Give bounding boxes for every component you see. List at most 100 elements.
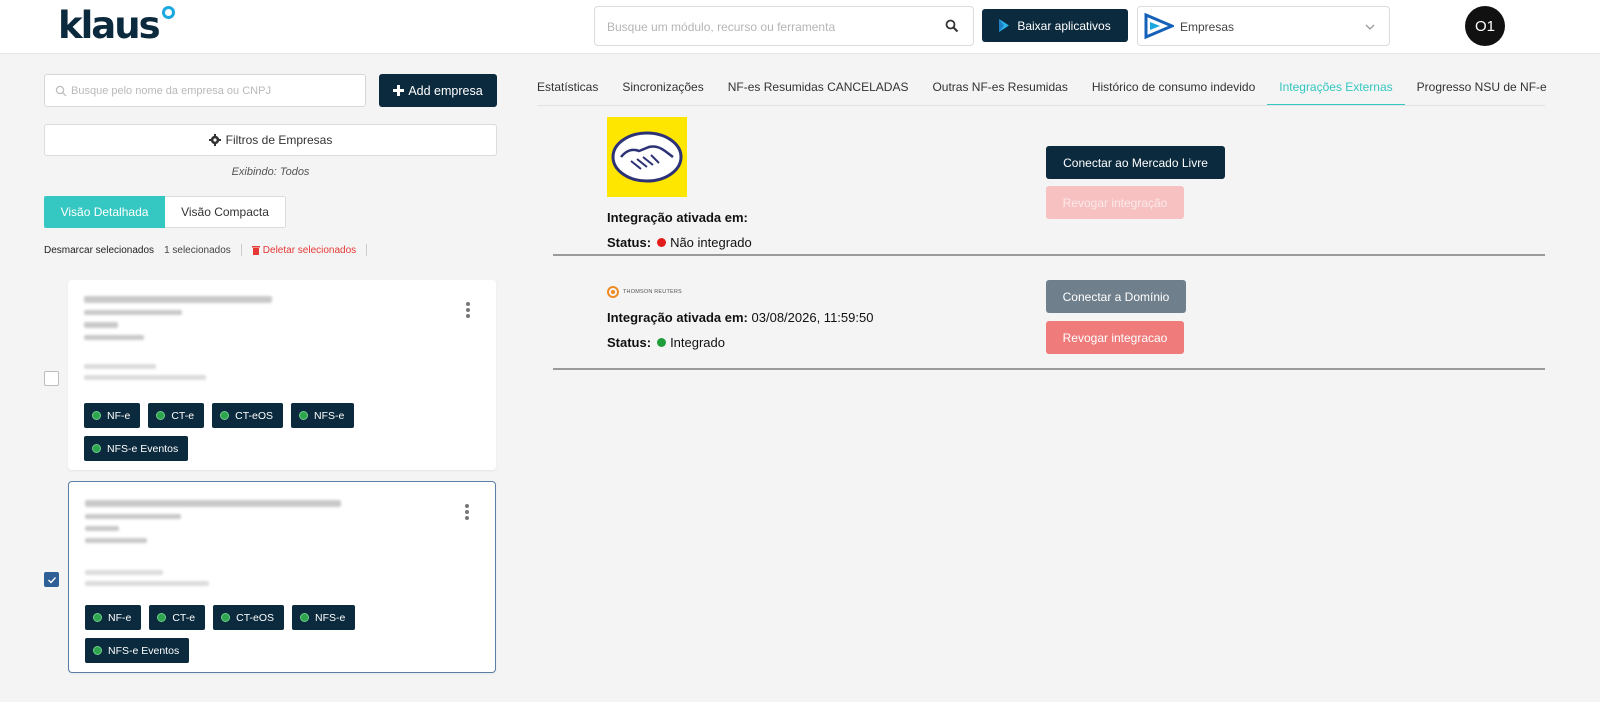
add-company-label: Add empresa [408,83,483,98]
chevron-down-icon [1365,24,1375,30]
ml-status-label: Status: [607,235,652,250]
active-dot-icon [221,613,231,622]
tab-estatisticas[interactable]: Estatísticas [537,80,610,106]
revoke-dominio-button[interactable]: Revogar integracao [1046,321,1184,354]
dominio-status-label: Status: [607,335,652,350]
tab-nfes-canceladas[interactable]: NF-es Resumidas CANCELADAS [716,80,921,106]
active-dot-icon [299,411,309,420]
mercado-livre-logo [607,117,687,197]
dominio-activated-row: Integração ativada em: 03/08/2026, 11:59… [607,310,873,325]
tag-nfse-eventos: NFS-e Eventos [85,638,190,663]
klaus-logo[interactable]: klaus [58,4,161,47]
more-options-icon[interactable] [466,302,470,318]
search-icon [55,85,67,97]
selection-bar: Desmarcar selecionados 1 selecionados De… [44,243,377,257]
document-tags: NF-e CT-e CT-eOS NFS-e NFS-e Eventos [85,605,385,663]
compact-view-button[interactable]: Visão Compacta [165,196,286,228]
module-logo-icon [1144,13,1174,39]
status-dot-icon [657,238,667,247]
active-dot-icon [220,411,230,420]
active-dot-icon [93,613,102,622]
download-apps-label: Baixar aplicativos [1017,18,1111,33]
view-toggle: Visão Detalhada Visão Compacta [44,196,286,228]
tag-cteos: CT-eOS [212,403,284,428]
dominio-activated-label: Integração ativada em: [607,310,748,325]
active-dot-icon [92,411,101,420]
company-detail-redacted [85,538,147,543]
tag-nfe: NF-e [85,605,142,630]
section-divider [553,254,1545,256]
connect-dominio-button[interactable]: Conectar a Domínio [1046,280,1186,313]
dominio-status-value: Integrado [670,335,725,350]
search-icon[interactable] [945,19,959,33]
company-search[interactable] [44,74,366,107]
tab-progresso-nsu[interactable]: Progresso NSU de NF-e [1405,80,1559,106]
trash-icon [251,246,260,255]
top-bar: klaus Baixar aplicativos Empresas O1 [0,0,1600,54]
thomson-reuters-logo: THOMSON REUTERS [607,286,682,298]
company-detail-redacted [84,375,206,380]
company-card[interactable]: NF-e CT-e CT-eOS NFS-e NFS-e Eventos [68,280,496,470]
active-dot-icon [157,613,167,622]
module-selector-label: Empresas [1180,20,1235,34]
tag-nfse: NFS-e [292,605,356,630]
document-tags: NF-e CT-e CT-eOS NFS-e NFS-e Eventos [84,403,384,461]
section-divider [553,368,1545,370]
detailed-view-button[interactable]: Visão Detalhada [44,196,165,228]
tab-historico-consumo[interactable]: Histórico de consumo indevido [1080,80,1267,106]
tab-integracoes-externas[interactable]: Integrações Externas [1267,80,1405,106]
dominio-activated-value: 03/08/2026, 11:59:50 [751,310,874,325]
selected-count: 1 selecionados [164,244,231,256]
status-dot-icon [657,338,667,347]
thomson-reuters-icon [607,286,619,298]
company-name-redacted [84,296,272,303]
logo-ring-icon [162,6,175,19]
ml-status-row: Status: Não integrado [607,235,752,250]
more-options-icon[interactable] [465,504,469,520]
ml-status-value: Não integrado [670,235,752,250]
connect-mercado-livre-button[interactable]: Conectar ao Mercado Livre [1046,146,1225,179]
download-app-icon [999,19,1010,32]
tab-sincronizacoes[interactable]: Sincronizações [610,80,715,106]
company-detail-redacted [85,514,181,519]
separator [240,244,242,256]
active-dot-icon [93,646,102,655]
module-selector[interactable]: Empresas [1137,6,1390,46]
company-detail-redacted [84,322,118,328]
tag-cte: CT-e [148,403,205,428]
company-tabs: Estatísticas Sincronizações NF-es Resumi… [537,80,1559,106]
global-search[interactable] [594,6,974,46]
deselect-all-link[interactable]: Desmarcar selecionados [44,245,154,256]
thomson-reuters-text: THOMSON REUTERS [623,289,682,295]
tabs-divider [537,105,1545,106]
ml-activated-row: Integração ativada em: [607,210,748,225]
active-dot-icon [92,444,101,453]
download-apps-button[interactable]: Baixar aplicativos [982,9,1128,42]
check-icon [48,577,57,584]
tab-outras-nfes[interactable]: Outras NF-es Resumidas [920,80,1079,106]
tag-nfe: NF-e [84,403,141,428]
tag-nfse: NFS-e [291,403,355,428]
company-detail-redacted [84,310,182,315]
delete-selected-link[interactable]: Deletar selecionados [251,244,357,256]
company-search-input[interactable] [71,82,361,100]
company-card-selected[interactable]: NF-e CT-e CT-eOS NFS-e NFS-e Eventos [68,481,496,673]
company-detail-redacted [84,364,156,369]
gear-icon [208,134,221,146]
delete-selected-label: Deletar selecionados [262,244,357,256]
revoke-mercado-livre-button[interactable]: Revogar integração [1046,186,1184,219]
company-detail-redacted [84,335,144,340]
company-checkbox[interactable] [44,371,59,386]
global-search-input[interactable] [607,17,937,37]
company-filters-label: Filtros de Empresas [225,133,333,147]
tag-cteos: CT-eOS [213,605,285,630]
user-avatar[interactable]: O1 [1465,6,1505,46]
add-company-button[interactable]: Add empresa [379,74,497,107]
company-filters-button[interactable]: Filtros de Empresas [44,124,497,156]
company-checkbox[interactable] [44,572,59,587]
showing-filter-text: Exibindo: Todos [231,166,310,178]
plus-icon [393,85,405,96]
active-dot-icon [156,411,166,420]
company-detail-redacted [85,581,209,586]
tag-nfse-eventos: NFS-e Eventos [84,436,189,461]
